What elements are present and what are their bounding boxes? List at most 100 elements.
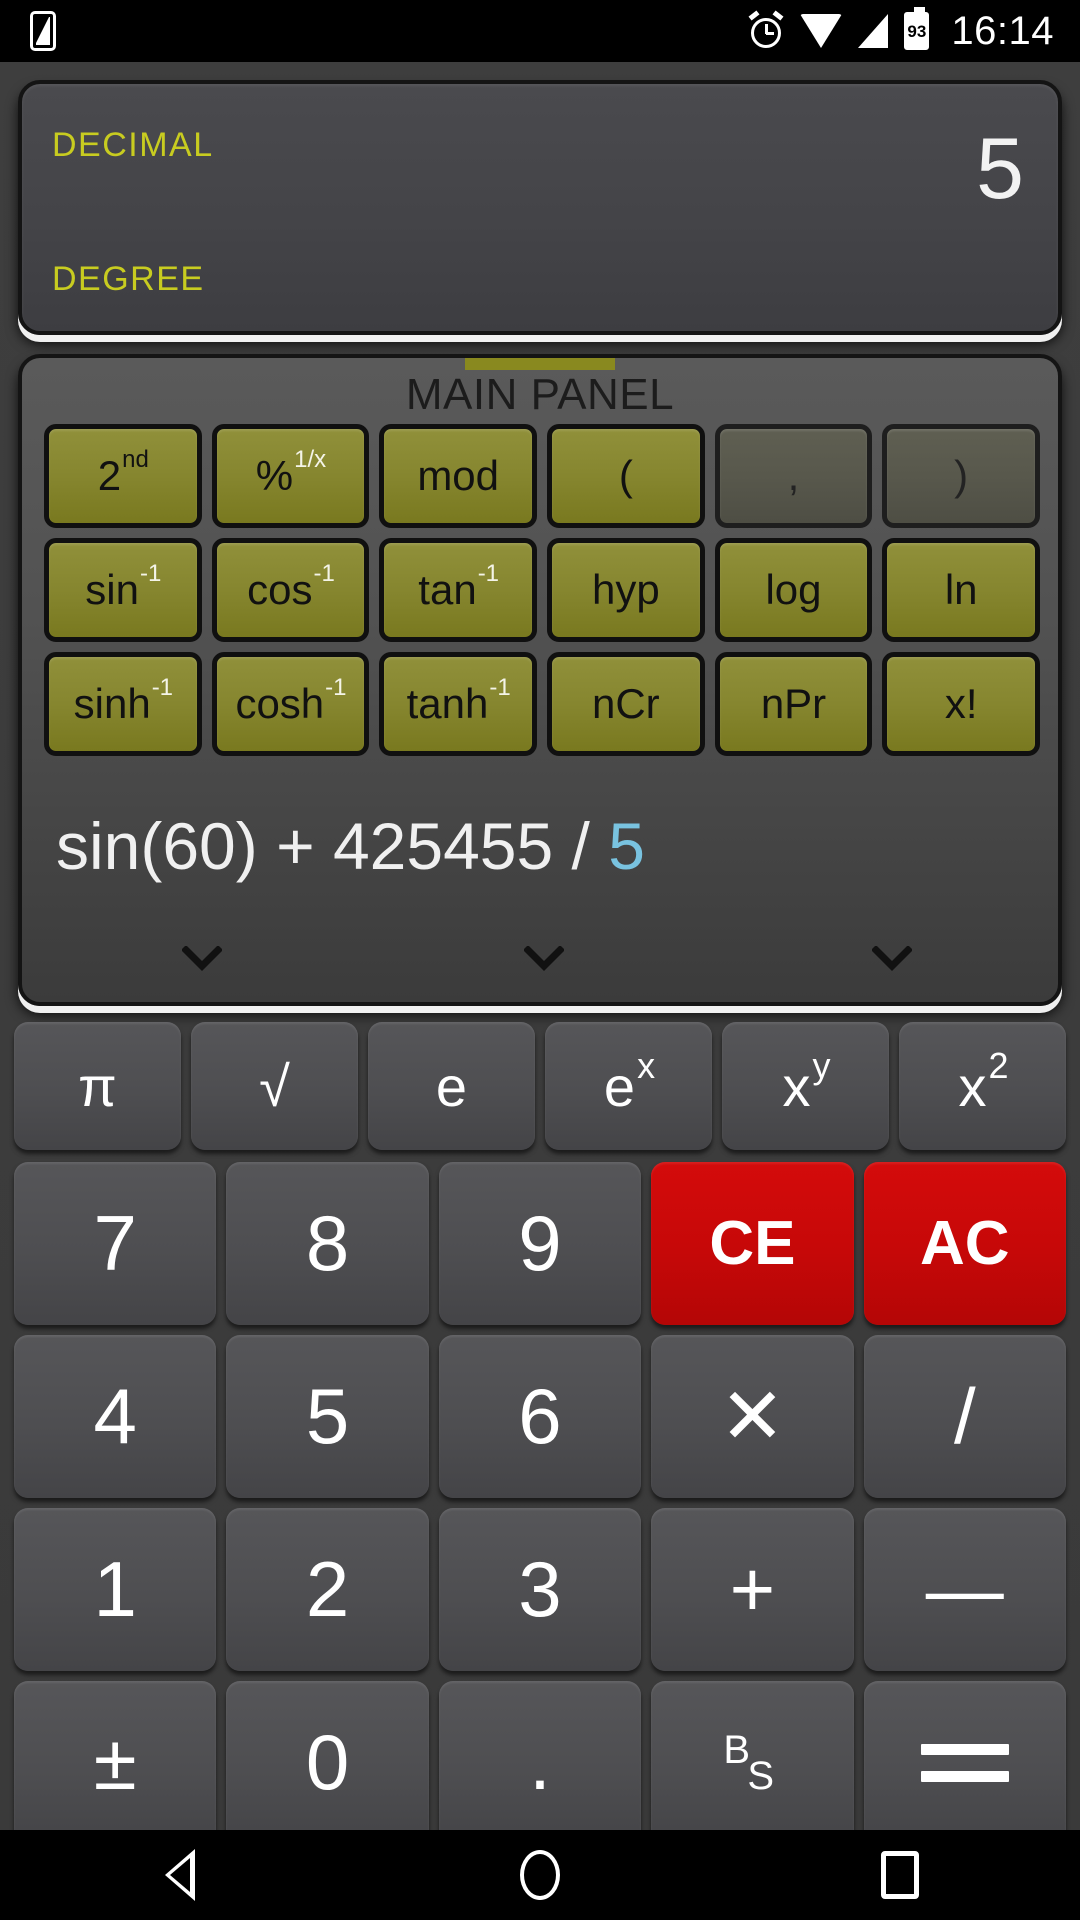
panel-tab-indicator: [465, 358, 615, 370]
expression-text: sin(60) + 425455 /: [56, 810, 609, 883]
wifi-icon: [800, 14, 843, 48]
main-panel: MAIN PANEL 2nd% 1/x mod(,) sin -1 cos -1 tan -1 h…: [18, 354, 1062, 1006]
keypad-main-grid: 7 8 9 CE AC 4 5 6 ✕ / 1 2 3 + — ±0. B S: [14, 1162, 1066, 1844]
display-value: 5: [976, 121, 1024, 217]
factorial-button[interactable]: x!: [882, 652, 1040, 756]
key-label: nPr: [760, 680, 827, 727]
status-bar: 93 16:14: [0, 0, 1080, 62]
back-icon[interactable]: [120, 1830, 240, 1920]
backspace-button[interactable]: BS: [651, 1681, 854, 1844]
key-superscript: -1: [325, 674, 347, 701]
tan-button[interactable]: tan -1: [379, 538, 537, 642]
equals-button[interactable]: [863, 1681, 1066, 1844]
ln-button[interactable]: ln: [882, 538, 1040, 642]
backspace-letter-s: S: [747, 1753, 775, 1798]
backspace-letter-b: B: [723, 1727, 751, 1772]
equals-glyph: [920, 1743, 1009, 1782]
digit-0-button[interactable]: 0: [226, 1681, 429, 1844]
key-label: ✕: [719, 1372, 786, 1460]
panel-chevrons: [22, 946, 1058, 986]
x-power-y-button[interactable]: xy: [722, 1022, 889, 1150]
key-label: /: [953, 1372, 976, 1460]
key-label: x: [782, 1054, 811, 1118]
key-label: 7: [93, 1199, 137, 1287]
key-label: 8: [305, 1199, 350, 1287]
key-label: CE: [709, 1209, 796, 1278]
digit-1-button[interactable]: 1: [14, 1508, 217, 1671]
ncr-button[interactable]: nCr: [547, 652, 705, 756]
key-label: ): [954, 452, 969, 499]
alarm-clock-icon: [748, 10, 784, 49]
sin-button[interactable]: sin -1: [44, 538, 202, 642]
key-label: ln: [944, 566, 978, 613]
key-label: AC: [920, 1209, 1010, 1278]
chevron-down-icon[interactable]: [872, 946, 912, 972]
key-label: x!: [944, 680, 978, 727]
calculator-app: DECIMAL DEGREE 5 MAIN PANEL 2nd% 1/x mod(,…: [0, 62, 1080, 1844]
display-panel[interactable]: DECIMAL DEGREE 5: [18, 80, 1062, 335]
pi-button[interactable]: π: [14, 1022, 181, 1150]
key-label: —: [925, 1545, 1004, 1633]
digit-2-button[interactable]: 2: [226, 1508, 429, 1671]
key-superscript: 1/x: [294, 446, 327, 473]
digit-9-button[interactable]: 9: [438, 1162, 642, 1325]
close-paren-button: ): [882, 424, 1040, 528]
home-icon[interactable]: [480, 1830, 600, 1920]
digit-8-button[interactable]: 8: [226, 1162, 429, 1325]
key-label: 4: [93, 1372, 137, 1460]
sinh-button[interactable]: sinh -1: [44, 652, 202, 756]
key-label: cos: [247, 566, 313, 613]
key-label: (: [618, 452, 633, 499]
multiply-button[interactable]: ✕: [651, 1335, 854, 1498]
percent-button[interactable]: % 1/x: [211, 424, 370, 528]
key-label: 6: [518, 1372, 562, 1460]
key-label: x: [958, 1054, 987, 1118]
key-label: 5: [305, 1372, 350, 1460]
expression-line[interactable]: sin(60) + 425455 / 5: [56, 810, 1024, 883]
key-label: 1: [93, 1545, 137, 1633]
chevron-down-icon[interactable]: [524, 946, 564, 972]
key-label: %: [255, 452, 294, 499]
recents-icon[interactable]: [840, 1830, 960, 1920]
sqrt-button[interactable]: √: [191, 1022, 358, 1150]
digit-7-button[interactable]: 7: [14, 1162, 217, 1325]
status-bar-right: 93 16:14: [748, 7, 1054, 54]
battery-icon: 93: [904, 7, 930, 50]
cellular-signal-icon: [858, 14, 889, 48]
comma-button: ,: [714, 424, 873, 528]
digit-4-button[interactable]: 4: [14, 1335, 217, 1498]
second-function-button[interactable]: 2nd: [44, 424, 202, 528]
chevron-down-icon[interactable]: [182, 946, 222, 972]
digit-5-button[interactable]: 5: [226, 1335, 429, 1498]
mod-button[interactable]: mod: [379, 424, 537, 528]
tanh-button[interactable]: tanh -1: [379, 652, 537, 756]
all-clear-button[interactable]: AC: [863, 1162, 1066, 1325]
decimal-point-button[interactable]: .: [438, 1681, 642, 1844]
cosh-button[interactable]: cosh -1: [211, 652, 370, 756]
digit-3-button[interactable]: 3: [438, 1508, 642, 1671]
hyp-button[interactable]: hyp: [547, 538, 705, 642]
e-power-x-button[interactable]: ex: [545, 1022, 712, 1150]
keypad-top-row: π √ e e x x y x 2: [14, 1022, 1066, 1150]
clear-entry-button[interactable]: CE: [651, 1162, 854, 1325]
key-label: π: [78, 1054, 117, 1118]
divide-button[interactable]: /: [863, 1335, 1066, 1498]
cos-button[interactable]: cos -1: [211, 538, 370, 642]
sign-toggle-button[interactable]: ±: [14, 1681, 217, 1844]
e-button[interactable]: e: [368, 1022, 535, 1150]
x-squared-button[interactable]: x2: [899, 1022, 1066, 1150]
key-label: 9: [518, 1199, 562, 1287]
key-label: hyp: [591, 566, 660, 613]
log-button[interactable]: log: [714, 538, 873, 642]
npr-button[interactable]: nPr: [714, 652, 873, 756]
open-paren-button[interactable]: (: [547, 424, 705, 528]
add-button[interactable]: +: [651, 1508, 854, 1671]
key-superscript: -1: [489, 674, 511, 701]
digit-6-button[interactable]: 6: [438, 1335, 642, 1498]
key-label: +: [729, 1545, 776, 1633]
key-label: 3: [518, 1545, 562, 1633]
key-label: e: [435, 1054, 468, 1118]
key-label: sinh: [73, 680, 151, 727]
function-key-grid: 2nd% 1/x mod(,) sin -1 cos -1 tan -1 hyp log ln sinh…: [44, 424, 1040, 756]
subtract-button[interactable]: —: [863, 1508, 1066, 1671]
